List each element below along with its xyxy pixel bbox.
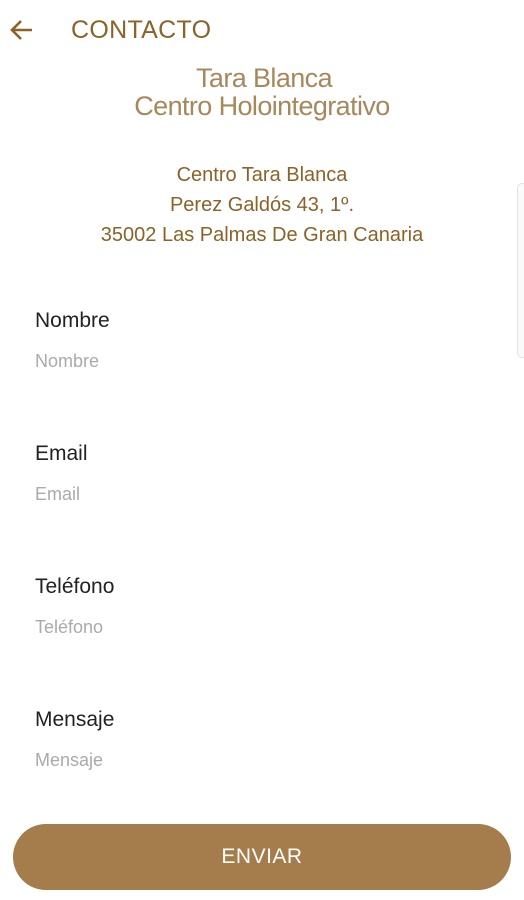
- phone-field-group: Teléfono: [35, 574, 475, 640]
- send-button[interactable]: ENVIAR: [13, 824, 511, 890]
- message-input[interactable]: [35, 747, 475, 773]
- app-bar: CONTACTO: [0, 0, 524, 62]
- email-input[interactable]: [35, 481, 475, 507]
- phone-label: Teléfono: [35, 575, 115, 598]
- address-block: Centro Tara Blanca Perez Galdós 43, 1º. …: [0, 160, 524, 250]
- address-line-2: Perez Galdós 43, 1º.: [169, 194, 355, 216]
- scroll-indicator[interactable]: [517, 183, 524, 358]
- arrow-left-icon: [10, 20, 32, 40]
- logo-line-2: Centro Holointegrativo: [134, 91, 390, 121]
- address-line-1: Centro Tara Blanca: [176, 164, 348, 186]
- name-input[interactable]: [35, 348, 475, 374]
- message-label: Mensaje: [35, 708, 115, 731]
- back-button[interactable]: [6, 14, 38, 46]
- message-field-group: Mensaje: [35, 707, 475, 773]
- brand-logo: Tara Blanca Centro Holointegrativo: [0, 64, 524, 120]
- logo-line-1: Tara Blanca: [196, 63, 333, 93]
- address-line-3: 35002 Las Palmas De Gran Canaria: [100, 224, 424, 246]
- email-label: Email: [35, 442, 88, 465]
- email-field-group: Email: [35, 441, 475, 507]
- name-field-group: Nombre: [35, 308, 475, 374]
- name-label: Nombre: [35, 309, 110, 332]
- page-title: CONTACTO: [71, 16, 212, 44]
- phone-input[interactable]: [35, 614, 475, 640]
